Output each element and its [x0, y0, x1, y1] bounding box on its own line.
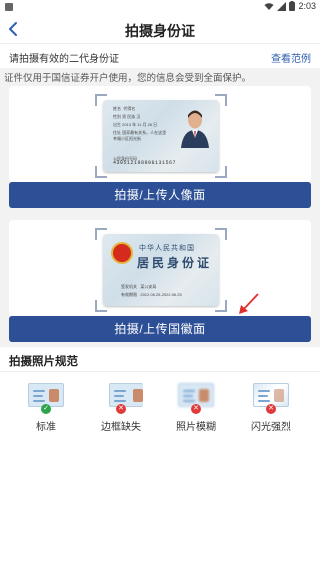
front-line3: 出生 2013 年 11 月 26 日 [113, 122, 158, 127]
mini-line [183, 390, 195, 392]
back-card-panel[interactable]: 中华人民共和国 居民身份证 签发机关 某公安局 有效期限 2012.06.25-… [9, 220, 311, 316]
hint-text: 请拍摄有效的二代身份证 [9, 54, 119, 65]
cross-icon: ✕ [266, 404, 276, 414]
mini-line [183, 395, 193, 397]
front-card-frame: 姓名 代得名 性别 男 民族 汉 出生 2013 年 11 月 26 日 住址 … [95, 94, 227, 178]
front-name-row: 姓名 代得名 [113, 106, 135, 112]
back-row2-label: 有效期限 [121, 292, 137, 297]
rule-item-glare: ✕ 闪光强烈 [241, 381, 301, 433]
rule-item-standard: ✓ 标准 [16, 381, 76, 433]
hint-row: 请拍摄有效的二代身份证 查看范例 [0, 44, 320, 68]
back-card-frame: 中华人民共和国 居民身份证 签发机关 某公安局 有效期限 2012.06.25-… [95, 228, 227, 312]
nav-bar: 拍摄身份证 [0, 14, 320, 44]
battery-icon [289, 1, 296, 11]
mini-face [49, 389, 59, 402]
rule-label: 闪光强烈 [251, 422, 291, 433]
rule-standard-image: ✓ [28, 381, 64, 414]
front-id-number: 430512198908131567 [113, 160, 177, 166]
status-time: 2:03 [298, 1, 316, 11]
rule-label: 标准 [36, 422, 56, 433]
id-card-back-image: 中华人民共和国 居民身份证 签发机关 某公安局 有效期限 2012.06.25-… [103, 234, 219, 306]
front-line2: 性别 男 民族 汉 [113, 114, 141, 119]
mini-face [274, 389, 284, 402]
mini-line [258, 390, 270, 392]
mini-line [258, 395, 268, 397]
rule-missing-border-image: ✕ [103, 381, 143, 414]
mini-line [33, 400, 45, 402]
front-name-value: 代得名 [123, 106, 136, 111]
divider [0, 371, 320, 372]
rule-label: 照片模糊 [176, 422, 216, 433]
back-row2-value: 2012.06.25-2022.06.25 [140, 292, 182, 297]
back-row1-label: 签发机关 [121, 284, 137, 289]
back-row-authority: 签发机关 某公安局 [121, 284, 156, 290]
rule-glare-image: ✕ [253, 381, 289, 414]
rule-item-blurry: ✕ 照片模糊 [166, 381, 226, 433]
front-line5: 幸福小区阳光街 [113, 136, 141, 141]
front-card-panel[interactable]: 姓名 代得名 性别 男 民族 汉 出生 2013 年 11 月 26 日 住址 … [9, 86, 311, 182]
mini-line [114, 400, 126, 402]
privacy-notice: 证件仅用于国信证券开户使用，您的信息会受到全面保护。 [4, 73, 252, 84]
rule-label: 边框缺失 [101, 422, 141, 433]
mini-face [199, 389, 209, 402]
portrait-icon [181, 110, 209, 148]
page-title: 拍摄身份证 [125, 23, 195, 39]
upload-back-button[interactable]: 拍摄/上传国徽面 [9, 316, 311, 342]
upload-front-button[interactable]: 拍摄/上传人像面 [9, 182, 311, 208]
mini-face [133, 389, 143, 402]
back-row-validity: 有效期限 2012.06.25-2022.06.25 [121, 292, 182, 298]
pointer-arrow-icon [239, 293, 259, 314]
mini-line [33, 390, 45, 392]
national-emblem-icon [111, 242, 133, 264]
back-title: 居民身份证 [137, 256, 213, 270]
wifi-icon [264, 2, 274, 10]
mini-line [258, 400, 270, 402]
notification-icon [5, 3, 13, 11]
signal-icon [277, 1, 287, 11]
rule-item-missing-border: ✕ 边框缺失 [91, 381, 151, 433]
mini-line [114, 395, 124, 397]
view-sample-link[interactable]: 查看范例 [271, 50, 311, 65]
cross-icon: ✕ [191, 404, 201, 414]
mini-line [33, 395, 43, 397]
photo-rules-section: 拍摄照片规范 ✓ 标准 ✕ 边框缺失 ✕ 照片模糊 ✕ 闪光强烈 [0, 347, 320, 570]
mini-line [183, 400, 195, 402]
back-country: 中华人民共和国 [139, 244, 195, 252]
mini-line [114, 390, 126, 392]
photo-rules-title: 拍摄照片规范 [9, 356, 78, 368]
cross-icon: ✕ [116, 404, 126, 414]
mini-card [109, 383, 143, 407]
rule-blurry-image: ✕ [178, 381, 214, 414]
id-card-front-image: 姓名 代得名 性别 男 民族 汉 出生 2013 年 11 月 26 日 住址 … [103, 100, 219, 172]
status-bar: 2:03 [0, 0, 320, 14]
check-icon: ✓ [41, 404, 51, 414]
front-name-label: 姓名 [113, 106, 121, 111]
back-row1-value: 某公安局 [140, 284, 157, 289]
